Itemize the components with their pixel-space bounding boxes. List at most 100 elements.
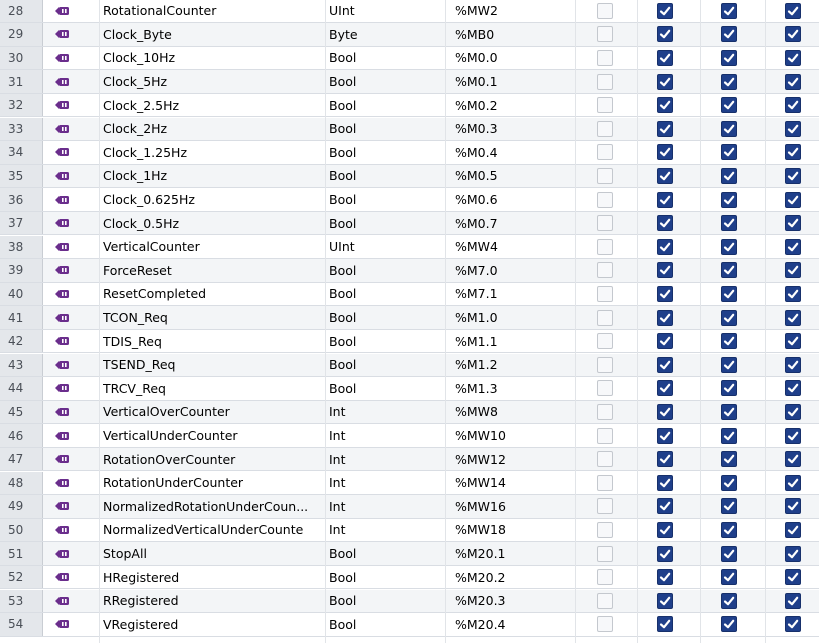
row-number[interactable]: 36 <box>0 188 43 211</box>
tag-name[interactable]: ResetCompleted <box>103 283 325 306</box>
row-number[interactable]: 28 <box>0 0 43 23</box>
retain-checkbox[interactable] <box>597 569 613 586</box>
visible-in-hmi-checkbox[interactable] <box>785 2 801 19</box>
table-row[interactable]: 33 Clock_2Hz Bool %M0.3 <box>0 117 819 142</box>
row-number[interactable]: 35 <box>0 164 43 188</box>
tag-address[interactable]: %M1.0 <box>455 306 565 329</box>
tag-address[interactable]: %M20.3 <box>455 590 565 613</box>
tag-data-type[interactable]: Bool <box>329 47 439 70</box>
writable-from-hmi-checkbox[interactable] <box>721 309 737 326</box>
visible-in-hmi-checkbox[interactable] <box>785 144 801 161</box>
accessible-from-hmi-checkbox[interactable] <box>657 97 673 114</box>
visible-in-hmi-checkbox[interactable] <box>785 569 801 586</box>
tag-data-type[interactable]: Int <box>329 472 439 495</box>
writable-from-hmi-checkbox[interactable] <box>721 73 737 90</box>
accessible-from-hmi-checkbox[interactable] <box>657 215 673 232</box>
row-number[interactable]: 39 <box>0 259 43 282</box>
table-row[interactable]: 48 RotationUnderCounter Int %MW14 <box>0 471 819 496</box>
tag-data-type[interactable]: Bool <box>329 306 439 329</box>
retain-checkbox[interactable] <box>597 521 613 538</box>
tag-data-type[interactable]: Bool <box>329 118 439 141</box>
table-row[interactable]: 39 ForceReset Bool %M7.0 <box>0 259 819 283</box>
row-number[interactable]: 40 <box>0 282 43 306</box>
table-row[interactable]: 28 RotationalCounter UInt %MW2 <box>0 0 819 24</box>
tag-name[interactable]: TRCV_Req <box>103 377 325 400</box>
tag-address[interactable]: %MW12 <box>455 448 565 471</box>
visible-in-hmi-checkbox[interactable] <box>785 309 801 326</box>
table-row[interactable]: 35 Clock_1Hz Bool %M0.5 <box>0 164 819 189</box>
tag-data-type[interactable]: Bool <box>329 283 439 306</box>
accessible-from-hmi-checkbox[interactable] <box>657 498 673 515</box>
accessible-from-hmi-checkbox[interactable] <box>657 73 673 90</box>
tag-data-type[interactable]: Int <box>329 519 439 542</box>
tag-name[interactable]: RotationUnderCounter <box>103 472 325 495</box>
tag-address[interactable]: %M0.5 <box>455 165 565 188</box>
retain-checkbox[interactable] <box>597 309 613 326</box>
visible-in-hmi-checkbox[interactable] <box>785 73 801 90</box>
tag-name[interactable]: Clock_0.625Hz <box>103 188 325 211</box>
visible-in-hmi-checkbox[interactable] <box>785 545 801 562</box>
tag-address[interactable]: %M20.4 <box>455 613 565 636</box>
visible-in-hmi-checkbox[interactable] <box>785 333 801 350</box>
writable-from-hmi-checkbox[interactable] <box>721 2 737 19</box>
retain-checkbox[interactable] <box>597 380 613 397</box>
retain-checkbox[interactable] <box>597 120 613 137</box>
visible-in-hmi-checkbox[interactable] <box>785 120 801 137</box>
tag-address[interactable]: %M0.4 <box>455 141 565 164</box>
accessible-from-hmi-checkbox[interactable] <box>657 309 673 326</box>
tag-name[interactable]: TSEND_Req <box>103 354 325 377</box>
table-row[interactable]: 29 Clock_Byte Byte %MB0 <box>0 23 819 47</box>
accessible-from-hmi-checkbox[interactable] <box>657 285 673 302</box>
tag-data-type[interactable]: Bool <box>329 542 439 565</box>
tag-address[interactable]: %MW2 <box>455 0 565 22</box>
accessible-from-hmi-checkbox[interactable] <box>657 427 673 444</box>
writable-from-hmi-checkbox[interactable] <box>721 451 737 468</box>
visible-in-hmi-checkbox[interactable] <box>785 215 801 232</box>
tag-name[interactable]: RotationOverCounter <box>103 448 325 471</box>
retain-checkbox[interactable] <box>597 356 613 373</box>
table-row[interactable]: 52 HRegistered Bool %M20.2 <box>0 565 819 590</box>
tag-data-type[interactable]: Bool <box>329 94 439 117</box>
writable-from-hmi-checkbox[interactable] <box>721 97 737 114</box>
tag-address[interactable]: %MW4 <box>455 236 565 259</box>
table-row[interactable]: 41 TCON_Req Bool %M1.0 <box>0 306 819 330</box>
tag-name[interactable]: Clock_5Hz <box>103 70 325 93</box>
tag-data-type[interactable]: Int <box>329 424 439 447</box>
accessible-from-hmi-checkbox[interactable] <box>657 238 673 255</box>
tag-data-type[interactable]: Bool <box>329 613 439 636</box>
retain-checkbox[interactable] <box>597 474 613 491</box>
row-number[interactable]: 31 <box>0 70 43 93</box>
writable-from-hmi-checkbox[interactable] <box>721 356 737 373</box>
retain-checkbox[interactable] <box>597 592 613 609</box>
visible-in-hmi-checkbox[interactable] <box>785 97 801 114</box>
tag-address[interactable]: %M1.2 <box>455 354 565 377</box>
retain-checkbox[interactable] <box>597 49 613 66</box>
tag-data-type[interactable]: Bool <box>329 566 439 589</box>
writable-from-hmi-checkbox[interactable] <box>721 498 737 515</box>
tag-name[interactable]: Clock_Byte <box>103 23 325 46</box>
tag-address[interactable]: %MW10 <box>455 424 565 447</box>
writable-from-hmi-checkbox[interactable] <box>721 215 737 232</box>
tag-name[interactable]: Clock_10Hz <box>103 47 325 70</box>
tag-name[interactable]: Clock_2Hz <box>103 118 325 141</box>
tag-address[interactable]: %M0.3 <box>455 118 565 141</box>
tag-data-type[interactable]: UInt <box>329 236 439 259</box>
accessible-from-hmi-checkbox[interactable] <box>657 451 673 468</box>
accessible-from-hmi-checkbox[interactable] <box>657 569 673 586</box>
retain-checkbox[interactable] <box>597 403 613 420</box>
writable-from-hmi-checkbox[interactable] <box>721 569 737 586</box>
table-row[interactable]: 43 TSEND_Req Bool %M1.2 <box>0 353 819 378</box>
tag-data-type[interactable]: Byte <box>329 23 439 46</box>
retain-checkbox[interactable] <box>597 191 613 208</box>
row-number[interactable]: 33 <box>0 117 43 141</box>
row-number[interactable]: 29 <box>0 23 43 46</box>
retain-checkbox[interactable] <box>597 262 613 279</box>
writable-from-hmi-checkbox[interactable] <box>721 285 737 302</box>
tag-name[interactable]: ForceReset <box>103 259 325 282</box>
visible-in-hmi-checkbox[interactable] <box>785 427 801 444</box>
table-row[interactable]: 36 Clock_0.625Hz Bool %M0.6 <box>0 188 819 212</box>
tag-data-type[interactable]: Bool <box>329 141 439 164</box>
visible-in-hmi-checkbox[interactable] <box>785 474 801 491</box>
retain-checkbox[interactable] <box>597 238 613 255</box>
retain-checkbox[interactable] <box>597 144 613 161</box>
